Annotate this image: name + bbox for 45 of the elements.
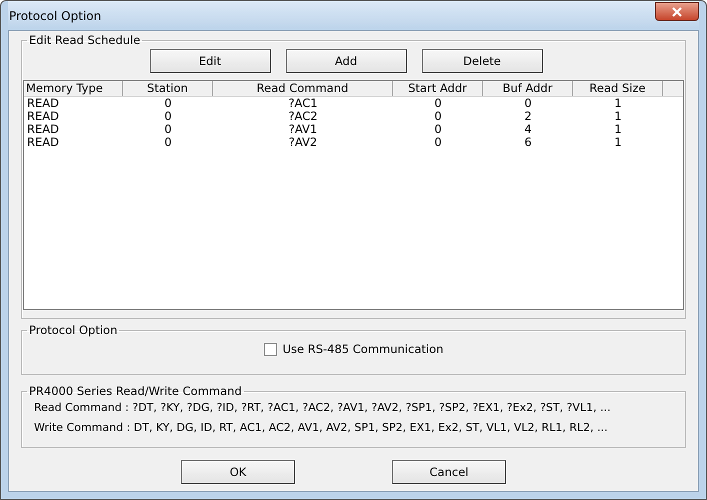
group-title: PR4000 Series Read/Write Command (28, 384, 243, 398)
table-cell-text: 0 (163, 123, 173, 136)
group-title: Protocol Option (28, 323, 118, 337)
column-header[interactable]: Station (123, 81, 213, 96)
command-text: Read Command : ?DT, ?KY, ?DG, ?ID, ?RT, ?AC1, ?AC2, ?AV1, ?AV2, ?SP1, ?SP2, ?EX1, ?Ex2, ?ST, ?VL1, ... (33, 400, 612, 416)
table-cell-text: ?AV1 (288, 123, 318, 136)
table-cell-text: 1 (613, 123, 623, 136)
table-cell-text: 0 (433, 110, 443, 123)
table-cell-text: 1 (613, 136, 623, 149)
table-cell-text: ?AC1 (287, 97, 319, 110)
table-cell-text: READ (26, 110, 60, 123)
column-header[interactable]: Buf Addr (483, 81, 573, 96)
table-cell-text: READ (26, 97, 60, 110)
table-cell-text: 1 (613, 110, 623, 123)
table-cell-text: READ (26, 136, 60, 149)
checkbox-label[interactable]: Use RS-485 Communication (282, 342, 444, 356)
table-cell-text: 0 (433, 123, 443, 136)
table-cell-text: ?AV2 (288, 136, 318, 149)
table-cell-text: 6 (523, 136, 533, 149)
table-cell-text: 0 (163, 110, 173, 123)
table-cell-text: READ (26, 123, 60, 136)
close-button[interactable] (655, 2, 699, 21)
toolbar-button[interactable]: Delete (422, 49, 542, 73)
column-header[interactable]: Start Addr (393, 81, 483, 96)
table-cell-text: 0 (433, 136, 443, 149)
window-title: Protocol Option (8, 8, 102, 22)
table-cell-text: 1 (613, 97, 623, 110)
command-text: Write Command : DT, KY, DG, ID, RT, AC1, AC2, AV1, AV2, SP1, SP2, EX1, Ex2, ST, VL1, VL2, RL1, RL2, ... (33, 420, 609, 436)
dialog-button[interactable]: Cancel (392, 460, 506, 484)
table-cell-text: 4 (523, 123, 533, 136)
close-icon (671, 6, 683, 16)
table-cell-text: 0 (163, 136, 173, 149)
dialog-button[interactable]: OK (181, 460, 295, 484)
table-cell-text: 0 (523, 97, 533, 110)
table-cell-text: 0 (433, 97, 443, 110)
group-title: Edit Read Schedule (28, 33, 142, 47)
column-header[interactable]: Memory Type (24, 81, 123, 96)
table-cell-text: ?AC2 (287, 110, 319, 123)
column-header[interactable]: Read Size (573, 81, 663, 96)
column-header[interactable]: Read Command (213, 81, 393, 96)
table-cell-text: 2 (523, 110, 533, 123)
table-cell-text: 0 (163, 97, 173, 110)
toolbar-button[interactable]: Edit (150, 49, 270, 73)
toolbar-button[interactable]: Add (286, 49, 406, 73)
checkbox[interactable] (264, 342, 277, 356)
